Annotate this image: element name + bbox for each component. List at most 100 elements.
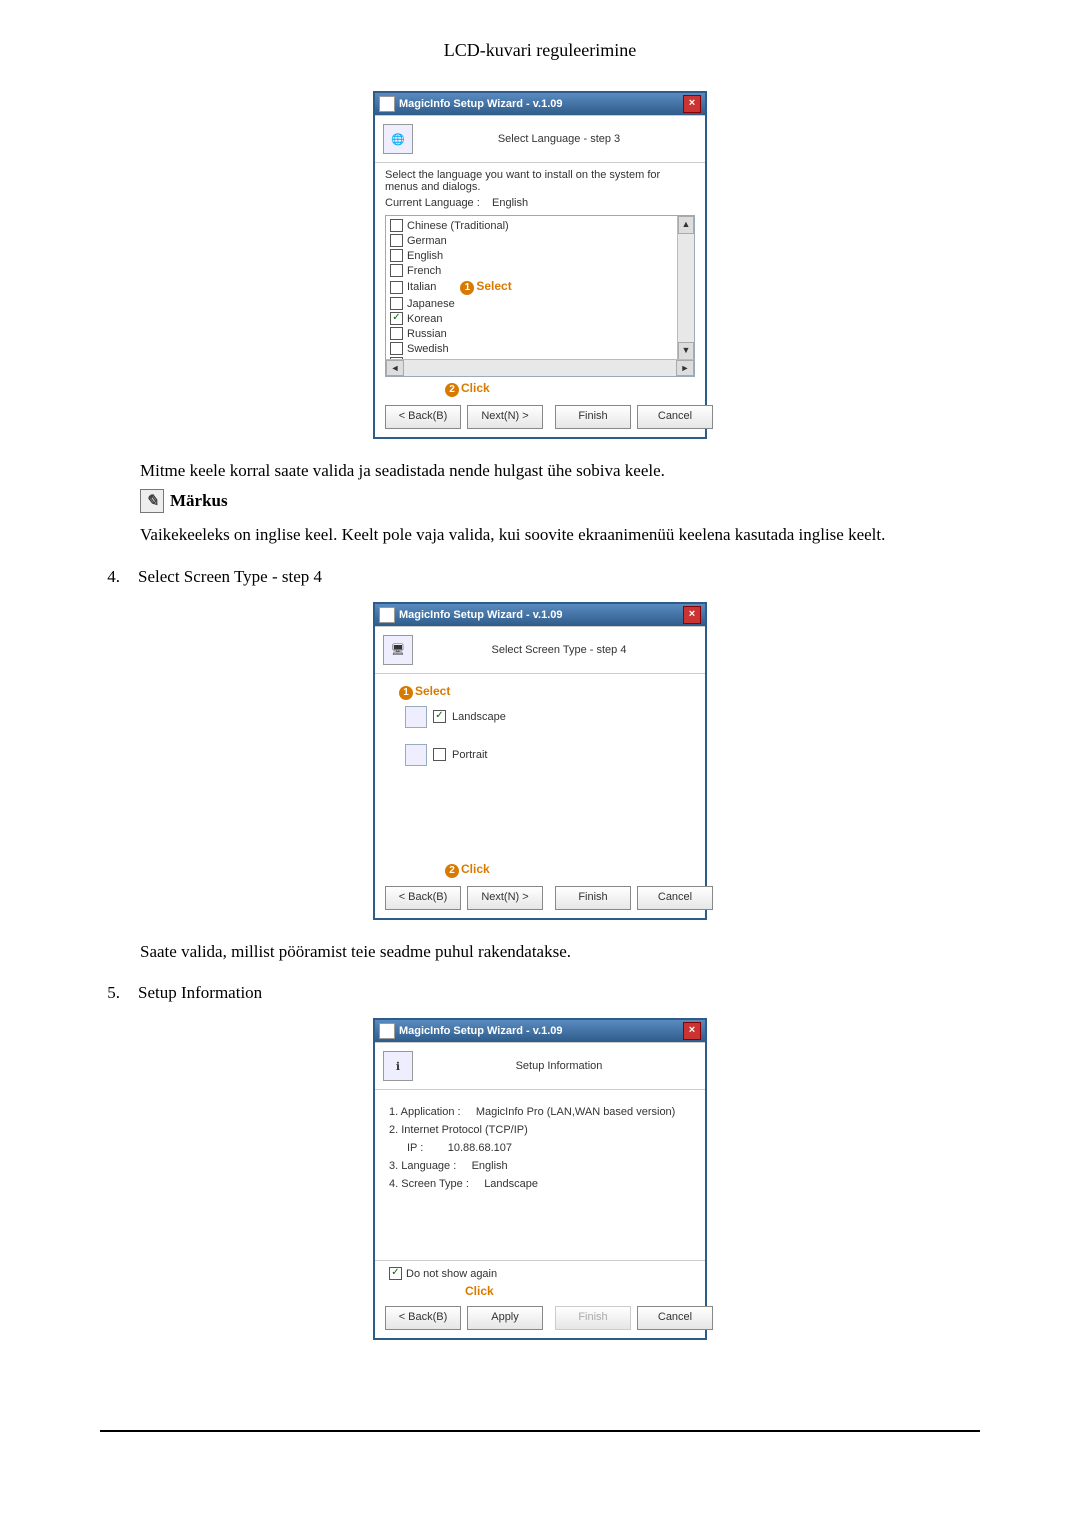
info-ip-value: 10.88.68.107: [448, 1142, 512, 1154]
language-option[interactable]: English: [390, 248, 690, 263]
window-title: MagicInfo Setup Wizard - v.1.09: [399, 98, 563, 110]
app-icon: [379, 96, 395, 112]
language-option[interactable]: Swedish: [390, 341, 690, 356]
scroll-left-icon[interactable]: ◄: [386, 360, 404, 376]
language-listbox[interactable]: Chinese (Traditional)German English French…: [385, 215, 695, 377]
info-app-value: MagicInfo Pro (LAN,WAN based version): [476, 1106, 676, 1118]
language-label: Japanese: [407, 298, 455, 310]
language-option[interactable]: Japanese: [390, 296, 690, 311]
paragraph: Saate valida, millist pööramist teie sea…: [140, 940, 980, 964]
apply-button[interactable]: Apply: [467, 1306, 543, 1330]
language-label: English: [407, 250, 443, 262]
step-title: Select Screen Type - step 4: [421, 644, 697, 656]
back-button[interactable]: < Back(B): [385, 1306, 461, 1330]
language-label: Chinese (Traditional): [407, 220, 509, 232]
finish-button[interactable]: Finish: [555, 405, 631, 429]
titlebar: MagicInfo Setup Wizard - v.1.09 ×: [375, 93, 705, 115]
language-label: French: [407, 265, 441, 277]
close-icon[interactable]: ×: [683, 1022, 701, 1040]
language-option[interactable]: Russian: [390, 326, 690, 341]
monitor-icon: 🖥: [383, 635, 413, 665]
finish-button: Finish: [555, 1306, 631, 1330]
next-button[interactable]: Next(N) >: [467, 405, 543, 429]
language-label: Swedish: [407, 343, 449, 355]
current-language-row: Current Language : English: [375, 195, 705, 215]
language-checkbox[interactable]: ✓: [390, 312, 403, 325]
info-screentype-value: Landscape: [484, 1178, 538, 1190]
close-icon[interactable]: ×: [683, 606, 701, 624]
language-checkbox[interactable]: [390, 219, 403, 232]
language-label: Russian: [407, 328, 447, 340]
language-checkbox[interactable]: [390, 297, 403, 310]
cancel-button[interactable]: Cancel: [637, 405, 713, 429]
app-icon: [379, 607, 395, 623]
language-label: Korean: [407, 313, 442, 325]
language-option[interactable]: ✓ Korean: [390, 311, 690, 326]
app-icon: [379, 1023, 395, 1039]
portrait-checkbox[interactable]: [433, 748, 446, 761]
language-checkbox[interactable]: [390, 249, 403, 262]
back-button[interactable]: < Back(B): [385, 886, 461, 910]
paragraph: Mitme keele korral saate valida ja seadi…: [140, 459, 980, 483]
info-lang-value: English: [472, 1160, 508, 1172]
landscape-label: Landscape: [452, 711, 506, 723]
horizontal-scrollbar[interactable]: ◄ ►: [386, 359, 694, 376]
language-checkbox[interactable]: [390, 264, 403, 277]
info-app-label: 1. Application :: [389, 1106, 461, 1118]
annotation-click: 2Click: [445, 862, 490, 876]
language-checkbox[interactable]: [390, 281, 403, 294]
language-option[interactable]: German: [390, 233, 690, 248]
language-option[interactable]: French: [390, 263, 690, 278]
finish-button[interactable]: Finish: [555, 886, 631, 910]
wizard-dialog-step3: MagicInfo Setup Wizard - v.1.09 × 🌐 Sele…: [373, 91, 707, 439]
note-icon: ✎: [140, 489, 164, 513]
language-checkbox[interactable]: [390, 234, 403, 247]
globe-icon: 🌐: [383, 124, 413, 154]
annotation-click: 2Click: [445, 381, 490, 395]
list-text: Setup Information: [138, 983, 262, 1003]
close-icon[interactable]: ×: [683, 95, 701, 113]
window-title: MagicInfo Setup Wizard - v.1.09: [399, 609, 563, 621]
landscape-checkbox[interactable]: ✓: [433, 710, 446, 723]
scroll-up-icon[interactable]: ▲: [678, 216, 694, 234]
annotation-click: Click: [465, 1284, 494, 1298]
cancel-button[interactable]: Cancel: [637, 886, 713, 910]
wizard-dialog-step4: MagicInfo Setup Wizard - v.1.09 × 🖥 Sele…: [373, 602, 707, 920]
scroll-down-icon[interactable]: ▼: [678, 342, 694, 360]
scroll-right-icon[interactable]: ►: [676, 360, 694, 376]
vertical-scrollbar[interactable]: ▲ ▼: [677, 216, 694, 360]
current-lang-value: English: [492, 197, 528, 209]
language-option[interactable]: Chinese (Traditional): [390, 218, 690, 233]
current-lang-label: Current Language :: [385, 197, 480, 209]
page-footer-rule: [100, 1430, 980, 1432]
language-checkbox[interactable]: [390, 327, 403, 340]
wizard-dialog-setup-info: MagicInfo Setup Wizard - v.1.09 × ℹ Setu…: [373, 1018, 707, 1340]
step-title: Select Language - step 3: [421, 133, 697, 145]
language-label: Italian: [407, 281, 436, 293]
language-option[interactable]: Italian 1Select: [390, 278, 690, 296]
do-not-show-label: Do not show again: [406, 1268, 497, 1280]
info-lang-label: 3. Language :: [389, 1160, 456, 1172]
instruction-text: Select the language you want to install …: [375, 163, 705, 195]
page-title: LCD-kuvari reguleerimine: [100, 40, 980, 61]
annotation-select: 1Select: [399, 684, 450, 698]
do-not-show-checkbox[interactable]: ✓: [389, 1267, 402, 1280]
list-number: 4.: [100, 567, 120, 587]
next-button[interactable]: Next(N) >: [467, 886, 543, 910]
landscape-icon: [405, 706, 427, 728]
portrait-icon: [405, 744, 427, 766]
list-text: Select Screen Type - step 4: [138, 567, 322, 587]
list-number: 5.: [100, 983, 120, 1003]
note-label: Märkus: [170, 491, 228, 511]
info-tcpip-label: 2. Internet Protocol (TCP/IP): [389, 1124, 691, 1136]
annotation-select: 1Select: [460, 279, 511, 295]
back-button[interactable]: < Back(B): [385, 405, 461, 429]
paragraph: Vaikekeeleks on inglise keel. Keelt pole…: [140, 523, 980, 547]
info-icon: ℹ: [383, 1051, 413, 1081]
language-checkbox[interactable]: [390, 342, 403, 355]
info-screentype-label: 4. Screen Type :: [389, 1178, 469, 1190]
titlebar: MagicInfo Setup Wizard - v.1.09 ×: [375, 1020, 705, 1042]
step-title: Setup Information: [421, 1060, 697, 1072]
portrait-label: Portrait: [452, 749, 487, 761]
cancel-button[interactable]: Cancel: [637, 1306, 713, 1330]
